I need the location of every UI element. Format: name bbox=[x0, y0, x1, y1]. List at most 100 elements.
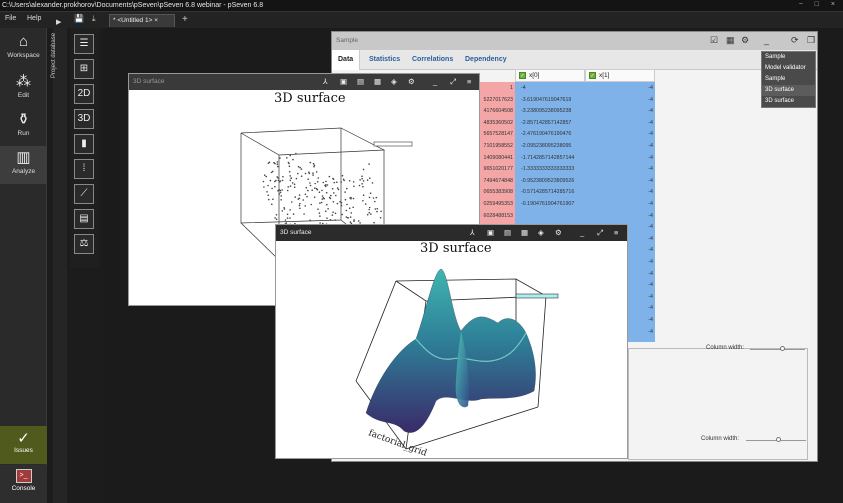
save-icon[interactable]: 💾 bbox=[74, 14, 84, 23]
close-icon[interactable]: × bbox=[154, 17, 158, 24]
scatter-point bbox=[274, 162, 276, 165]
console-button[interactable]: >_ Console bbox=[0, 465, 47, 503]
scatter-point bbox=[339, 200, 341, 203]
table-cell: 7101958552 bbox=[483, 143, 513, 149]
tool-button-3[interactable]: 3D bbox=[74, 109, 94, 129]
scatter-point bbox=[312, 174, 314, 176]
plot-window-front: 3D surface ⅄ ▣ ▤ ▦ ◈ ⚙ _ ⤢ ≡ 3D surface bbox=[275, 224, 628, 459]
issues-label: Issues bbox=[14, 447, 33, 454]
menu-help[interactable]: Help bbox=[27, 15, 41, 22]
layout-icon[interactable]: ▣ bbox=[340, 77, 347, 86]
scatter-point bbox=[298, 194, 301, 196]
scatter-point bbox=[288, 165, 291, 167]
table-icon[interactable]: ▦ bbox=[726, 35, 735, 46]
scatter-point bbox=[329, 219, 332, 221]
run-icon: ⚱ bbox=[17, 111, 30, 128]
table-icon[interactable]: ▦ bbox=[521, 228, 528, 237]
dropdown-item-sample-2[interactable]: Sample bbox=[762, 74, 815, 85]
project-database-strip[interactable] bbox=[53, 28, 67, 503]
restore-icon[interactable]: ❐ bbox=[807, 35, 815, 46]
check-icon[interactable]: ✓ bbox=[519, 72, 526, 79]
tab-untitled[interactable]: * <Untitled 1> × bbox=[109, 14, 175, 27]
scatter-point bbox=[368, 163, 370, 165]
scatter-point bbox=[328, 196, 331, 199]
tool-button-6[interactable]: ⟋ bbox=[74, 184, 94, 204]
table-cell: -1.7142857142857144 bbox=[521, 154, 575, 161]
sidebar-item-analyze[interactable]: ▥ Analyze bbox=[0, 146, 47, 184]
layout-icon[interactable]: ▣ bbox=[487, 228, 494, 237]
dropdown-item-3d-surface-2[interactable]: 3D surface bbox=[762, 96, 815, 107]
check-icon[interactable]: ✓ bbox=[589, 72, 596, 79]
dropdown-item-model-validator[interactable]: Model validator bbox=[762, 63, 815, 74]
scatter-point bbox=[292, 158, 294, 161]
tool-button-2[interactable]: 2D bbox=[74, 84, 94, 104]
tab-correlations[interactable]: Correlations bbox=[412, 56, 453, 63]
sidebar-item-edit[interactable]: ⁂ Edit bbox=[0, 70, 47, 108]
sidebar-item-run[interactable]: ⚱ Run bbox=[0, 108, 47, 146]
checkbox-icon[interactable]: ☑ bbox=[710, 35, 718, 46]
table-cell: -0.5714285714285716 bbox=[521, 189, 575, 196]
table-cell: -4 bbox=[648, 212, 653, 219]
scatter-point bbox=[279, 191, 282, 194]
menu-icon[interactable]: ≡ bbox=[614, 228, 618, 237]
gear-icon[interactable]: ⚙ bbox=[741, 35, 749, 46]
grid-icon[interactable]: ▤ bbox=[504, 228, 511, 237]
scatter-point bbox=[346, 187, 348, 190]
gear-icon[interactable]: ⚙ bbox=[408, 77, 415, 86]
dropdown-item-3d-surface[interactable]: 3D surface bbox=[762, 85, 815, 96]
expand-icon[interactable]: ⤢ bbox=[597, 228, 603, 238]
column-header-x1[interactable]: ✓ x[1] bbox=[585, 69, 655, 82]
sidebar-item-workspace[interactable]: ⌂ Workspace bbox=[0, 30, 47, 68]
sidebar-label-workspace: Workspace bbox=[7, 52, 40, 59]
expand-icon[interactable]: ⤢ bbox=[450, 77, 456, 87]
cube-icon[interactable]: ◈ bbox=[538, 228, 544, 237]
column-width-knob-2[interactable] bbox=[776, 437, 781, 442]
surface-3d-plot[interactable]: factorial_grid bbox=[276, 241, 627, 458]
minimize-icon[interactable]: _ bbox=[764, 35, 769, 45]
tool-button-1[interactable]: ⊞ bbox=[74, 59, 94, 79]
issues-button[interactable]: ✓ Issues bbox=[0, 426, 47, 464]
minimize-icon[interactable]: _ bbox=[433, 77, 437, 86]
window-controls[interactable]: − □ × bbox=[799, 1, 840, 8]
plot-window-front-header: 3D surface ⅄ ▣ ▤ ▦ ◈ ⚙ _ ⤢ ≡ bbox=[276, 225, 627, 241]
scatter-point bbox=[325, 210, 327, 212]
tree-icon[interactable]: ⅄ bbox=[323, 77, 328, 86]
tool-button-8[interactable]: ⚖ bbox=[74, 234, 94, 254]
tool-button-5[interactable]: ⁞ bbox=[74, 159, 94, 179]
gear-icon[interactable]: ⚙ bbox=[555, 228, 562, 237]
scatter-point bbox=[299, 166, 301, 169]
tool-button-4[interactable]: ▮ bbox=[74, 134, 94, 154]
scatter-point bbox=[320, 201, 323, 204]
sample-header: Sample ☑ ▦ ⚙ _ ⟳ ❐ bbox=[332, 32, 817, 50]
scatter-point bbox=[334, 219, 336, 221]
scatter-point bbox=[287, 186, 289, 188]
scatter-point bbox=[289, 154, 291, 157]
grid-icon[interactable]: ▤ bbox=[357, 77, 364, 86]
table-cell: 6028488153 bbox=[483, 212, 513, 219]
refresh-icon[interactable]: ⟳ bbox=[791, 35, 799, 46]
tab-statistics[interactable]: Statistics bbox=[369, 56, 400, 63]
tool-button-0[interactable]: ☰ bbox=[74, 34, 94, 54]
cube-icon[interactable]: ◈ bbox=[391, 77, 397, 86]
scatter-point bbox=[275, 179, 277, 182]
table-icon[interactable]: ▦ bbox=[374, 77, 381, 86]
scatter-point bbox=[313, 164, 316, 166]
column-width-slider[interactable] bbox=[750, 349, 805, 350]
add-tab-icon[interactable]: + bbox=[182, 14, 188, 25]
dropdown-item-sample[interactable]: Sample bbox=[762, 52, 815, 63]
scatter-point bbox=[313, 165, 315, 168]
scatter-point bbox=[294, 196, 296, 198]
table-cell: -3.619047619047619 bbox=[521, 96, 572, 103]
tab-dependency[interactable]: Dependency bbox=[465, 56, 507, 63]
play-icon[interactable]: ▶ bbox=[56, 18, 61, 26]
tab-data[interactable]: Data bbox=[332, 50, 361, 70]
column-header-x0[interactable]: ✓ x[0] bbox=[515, 69, 585, 82]
tree-icon[interactable]: ⅄ bbox=[470, 228, 475, 237]
menu-icon[interactable]: ≡ bbox=[467, 77, 471, 86]
minimize-icon[interactable]: _ bbox=[580, 228, 584, 237]
menu-file[interactable]: File bbox=[5, 15, 16, 22]
column-width-knob[interactable] bbox=[780, 346, 785, 351]
scatter-point bbox=[281, 189, 283, 191]
tool-button-7[interactable]: ▤ bbox=[74, 209, 94, 229]
download-icon[interactable]: ⤓ bbox=[92, 14, 96, 24]
